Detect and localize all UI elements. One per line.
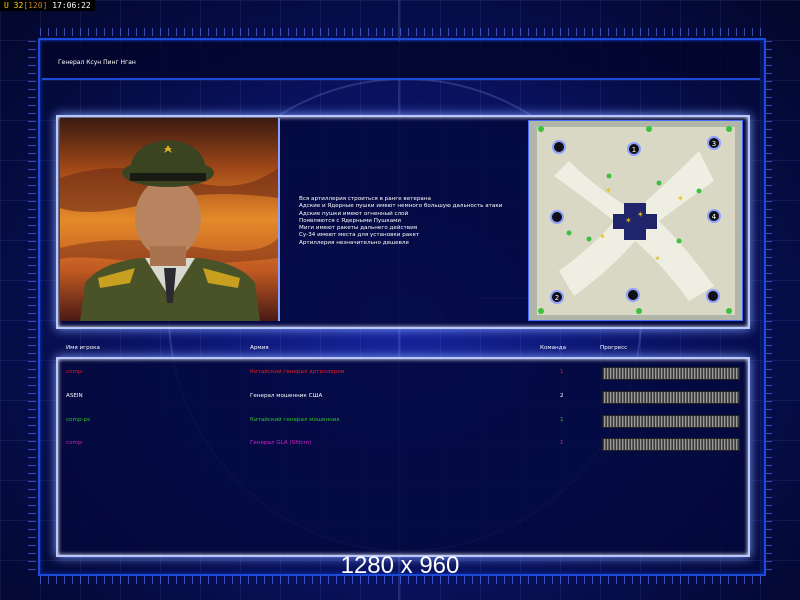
description-line: Миги имеют ракеты дальнего действия [299,225,418,232]
player-row: comp- Генерал GLA (Sfdcm) 1 [0,438,800,451]
map-slot-4-label: 4 [712,213,717,221]
player-team: 1 [560,369,564,375]
column-header-army: Армия [250,345,269,351]
fps-clock-overlay: U 32[120] 17:06:22 [0,0,95,11]
map-slot-1-label: 1 [632,146,636,154]
general-portrait [60,118,280,321]
svg-text:✶: ✶ [637,210,644,219]
player-name: comp-ps [66,417,90,423]
tick-ruler-left [28,40,36,570]
svg-text:✶: ✶ [605,186,612,195]
description-line: Адские пушки имеют огненный слой [299,210,409,217]
column-header-progress: Прогресс [600,345,628,351]
general-title: Генерал Ксун Пинг Нган [58,59,136,66]
player-name: ASEIN [66,393,83,399]
players-panel [56,357,750,557]
player-row: comp- Китайский генерал артиллерии 1 [0,367,800,380]
player-row: comp-ps Китайский генерал мошенник 1 [0,415,800,428]
player-army: Генерал мошенник США [250,393,323,399]
description-line: Су-34 имеют места для установки ракет [299,232,420,239]
player-team: 1 [560,417,564,423]
player-progress-bar [602,438,740,451]
player-army: Китайский генерал мошенник [250,417,340,423]
svg-text:✶: ✶ [625,216,632,225]
player-name: comp- [66,440,84,446]
general-description: Вся артиллерия строиться в ранге ветеран… [299,196,502,247]
player-name: comp- [66,369,84,375]
player-army: Китайский генерал артиллерии [250,369,345,375]
map-preview[interactable]: 1 3 4 2 ✶ ✶ ✶ ✶ ✶ ✶ [528,120,743,321]
svg-text:✶: ✶ [654,254,661,263]
description-line: Артиллерия незначительно дешевле [299,239,409,246]
player-progress-bar [602,367,740,380]
svg-text:✶: ✶ [677,194,684,203]
title-bar [42,42,760,80]
column-header-player: Имя игрока [66,345,100,351]
column-header-team: Команда [540,345,566,351]
player-team: 2 [560,393,564,399]
player-row: ASEIN Генерал мошенник США 2 [0,391,800,404]
player-progress-bar [602,415,740,428]
resolution-watermark: 1280 x 960 [340,552,460,579]
map-slot-3-label: 3 [712,140,716,148]
description-line: Вся артиллерия строиться в ранге ветеран… [299,196,431,202]
description-line: Адские и Ядерные пушки имеют немного бол… [299,203,503,210]
player-army: Генерал GLA (Sfdcm) [250,440,312,446]
player-team: 1 [560,440,564,446]
player-progress-bar [602,391,740,404]
map-slot-2-label: 2 [555,294,559,302]
tick-ruler-top [40,28,762,36]
svg-text:✶: ✶ [599,232,606,241]
